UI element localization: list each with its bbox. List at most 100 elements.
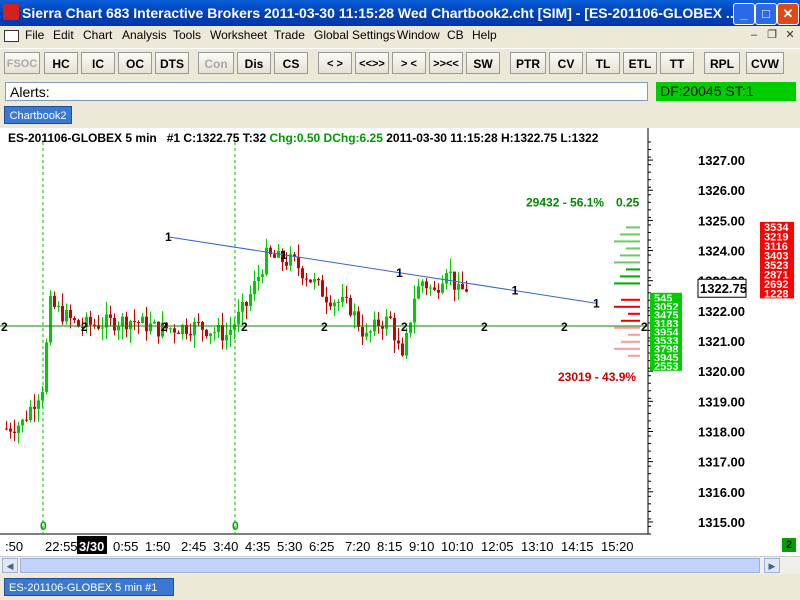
- resize-grip-icon[interactable]: [783, 559, 797, 572]
- tab-chartbook2[interactable]: Chartbook2: [4, 106, 72, 124]
- document-icon[interactable]: [4, 30, 19, 42]
- dts-button[interactable]: DTS: [155, 52, 189, 74]
- candle-body: [393, 317, 396, 341]
- tt-button[interactable]: TT: [660, 52, 694, 74]
- con-button[interactable]: Con: [198, 52, 234, 74]
- time-label: 22:55: [45, 539, 78, 554]
- volume-top-value: 0.25: [616, 195, 640, 209]
- candle-body: [429, 287, 432, 289]
- alerts-label[interactable]: Alerts:: [5, 82, 648, 101]
- maximize-button[interactable]: □: [755, 3, 777, 25]
- tl-button[interactable]: TL: [586, 52, 620, 74]
- fsoc-button[interactable]: FSOC: [4, 52, 40, 74]
- menu-bar: File Edit Chart Analysis Tools Worksheet…: [0, 26, 800, 45]
- scroll-compress-button[interactable]: > <: [392, 52, 426, 74]
- candle-body: [13, 431, 16, 434]
- price-label: 1318.00: [698, 424, 745, 439]
- menu-global-settings[interactable]: Global Settings: [314, 28, 395, 42]
- menu-file[interactable]: File: [25, 28, 44, 42]
- scroll-left-icon[interactable]: ◀: [2, 558, 18, 573]
- bid-depth-bar: [626, 268, 640, 271]
- candle-body: [237, 311, 240, 325]
- candle-body: [9, 428, 12, 432]
- horizontal-scrollbar[interactable]: ◀ ▶: [0, 556, 800, 574]
- menu-analysis[interactable]: Analysis: [122, 28, 167, 42]
- ic-button[interactable]: IC: [81, 52, 115, 74]
- pivot-label: 2: [401, 320, 408, 334]
- candle-body: [17, 425, 20, 434]
- menu-worksheet[interactable]: Worksheet: [210, 28, 267, 42]
- price-label: 1321.00: [698, 334, 745, 349]
- mdi-close-icon[interactable]: ✕: [784, 29, 796, 41]
- menu-tools[interactable]: Tools: [173, 28, 201, 42]
- pivot-label: 2: [241, 320, 248, 334]
- scroll-compress-all-button[interactable]: >><<: [429, 52, 463, 74]
- last-price-label: 1322.75: [700, 281, 747, 296]
- candle-body: [177, 332, 180, 335]
- candle-body: [397, 340, 400, 344]
- trend-label: 1: [281, 248, 288, 262]
- scroll-right-icon[interactable]: ▶: [764, 558, 780, 573]
- dis-button[interactable]: Dis: [237, 52, 271, 74]
- cv-button[interactable]: CV: [549, 52, 583, 74]
- cs-button[interactable]: CS: [274, 52, 308, 74]
- ask-label: 1228: [764, 288, 788, 300]
- time-label: 15:20: [601, 539, 634, 554]
- close-button[interactable]: ✕: [777, 3, 799, 25]
- menu-trade[interactable]: Trade: [274, 28, 305, 42]
- mdi-minimize-icon[interactable]: –: [748, 29, 760, 41]
- rpl-button[interactable]: RPL: [704, 52, 740, 74]
- session-label: 0: [40, 519, 47, 533]
- scroll-center-button[interactable]: < >: [318, 52, 352, 74]
- candle-body: [389, 316, 392, 318]
- scroll-thumb[interactable]: [20, 558, 760, 573]
- candle-body: [449, 271, 452, 274]
- candle-body: [65, 309, 68, 322]
- scroll-expand-button[interactable]: <<>>: [355, 52, 389, 74]
- candle-body: [173, 328, 176, 333]
- sw-button[interactable]: SW: [466, 52, 500, 74]
- candle-body: [437, 289, 440, 293]
- candle-body: [33, 406, 36, 409]
- candle-body: [369, 331, 372, 333]
- candle-body: [61, 305, 64, 322]
- etl-button[interactable]: ETL: [623, 52, 657, 74]
- candle-body: [297, 256, 300, 269]
- candle-body: [125, 316, 128, 330]
- ask-depth-bar: [614, 305, 640, 308]
- bid-depth-bar: [620, 233, 640, 236]
- chart-tabs-bar: ES-201106-GLOBEX 5 min #1: [0, 575, 800, 600]
- menu-window[interactable]: Window: [397, 28, 440, 42]
- minimize-button[interactable]: _: [733, 3, 755, 25]
- cvw-button[interactable]: CVW: [746, 52, 784, 74]
- df-status: DF:20045 ST:1: [656, 82, 796, 101]
- menu-cb[interactable]: CB: [447, 28, 464, 42]
- candle-body: [333, 302, 336, 307]
- candle-body: [349, 297, 352, 316]
- candle-body: [385, 316, 388, 329]
- candle-body: [169, 328, 172, 330]
- tab-es-chart[interactable]: ES-201106-GLOBEX 5 min #1: [4, 578, 174, 596]
- candle-body: [137, 321, 140, 324]
- candle-body: [141, 316, 144, 324]
- menu-chart[interactable]: Chart: [83, 28, 112, 42]
- time-label: 13:10: [521, 539, 554, 554]
- hc-button[interactable]: HC: [44, 52, 78, 74]
- mdi-restore-icon[interactable]: ❐: [766, 29, 778, 41]
- candle-body: [401, 343, 404, 356]
- oc-button[interactable]: OC: [118, 52, 152, 74]
- menu-edit[interactable]: Edit: [53, 28, 74, 42]
- menu-help[interactable]: Help: [472, 28, 497, 42]
- candle-body: [301, 268, 304, 279]
- candle-body: [49, 296, 52, 343]
- ask-depth-bar: [628, 333, 640, 336]
- time-label: 7:20: [345, 539, 370, 554]
- time-label: 5:30: [277, 539, 302, 554]
- price-chart[interactable]: 0 0 2 2 2 2 2 2 2 2 2 1 1 1 1 1 1327.00 1326.00 1325.00 1…: [0, 128, 800, 556]
- bid-depth-bar: [620, 254, 640, 257]
- bid-depth-bar: [626, 247, 640, 250]
- ptr-button[interactable]: PTR: [510, 52, 546, 74]
- candle-body: [73, 318, 76, 321]
- chart-header: ES-201106-GLOBEX 5 min #1 C:1322.75 T:32…: [8, 131, 598, 145]
- ask-depth-bar: [628, 354, 640, 357]
